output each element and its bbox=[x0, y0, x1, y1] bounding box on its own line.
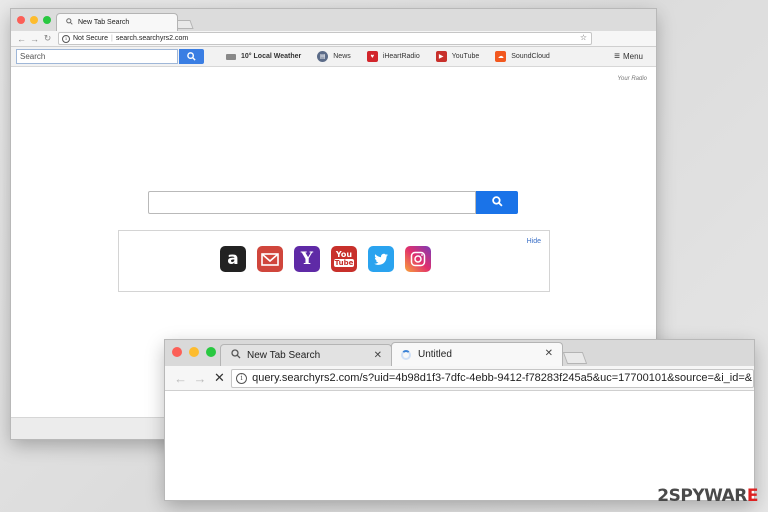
stop-loading-icon[interactable]: ✕ bbox=[210, 370, 229, 386]
info-icon[interactable]: i bbox=[62, 34, 70, 43]
amazon-icon[interactable]: a bbox=[220, 246, 246, 272]
yahoo-glyph: Y bbox=[300, 249, 314, 269]
amazon-glyph: a bbox=[227, 249, 239, 269]
weather-link[interactable]: 10° Local Weather bbox=[226, 53, 301, 60]
tab-new-tab-search[interactable]: New Tab Search bbox=[56, 13, 178, 31]
close-window-button[interactable] bbox=[17, 16, 25, 24]
back-arrow-icon[interactable]: ← bbox=[15, 34, 28, 44]
search-icon bbox=[231, 349, 241, 362]
youtube-link[interactable]: ▶ YouTube bbox=[435, 51, 480, 62]
url-text: search.searchyrs2.com bbox=[115, 35, 189, 42]
zoom-window-button[interactable] bbox=[206, 347, 216, 357]
extension-toolbar: Search 10° Local Weather ▤ News ♥ iHeart… bbox=[11, 47, 656, 67]
forward-arrow-icon[interactable]: → bbox=[190, 371, 209, 386]
quick-links-panel: Hide a Y You Tube bbox=[118, 230, 550, 292]
loading-spinner-icon bbox=[401, 349, 411, 360]
twitter-icon[interactable] bbox=[368, 246, 394, 272]
youtube-glyph: You bbox=[335, 250, 353, 259]
youtube-tube-badge: Tube bbox=[333, 259, 355, 267]
your-radio-label: Your Radio bbox=[617, 76, 647, 82]
news-label: News bbox=[333, 53, 351, 60]
tab-new-tab-search[interactable]: New Tab Search ✕ bbox=[220, 344, 392, 366]
bookmark-star-icon[interactable]: ☆ bbox=[580, 33, 587, 42]
toolbar-search-input[interactable]: Search bbox=[16, 49, 178, 64]
watermark-suffix: E bbox=[746, 486, 759, 506]
weather-label: 10° Local Weather bbox=[241, 53, 302, 60]
soundcloud-icon: ☁ bbox=[495, 51, 507, 62]
close-tab-icon[interactable]: ✕ bbox=[545, 348, 553, 359]
soundcloud-link[interactable]: ☁ SoundCloud bbox=[495, 51, 550, 62]
quick-links-row: a Y You Tube bbox=[220, 246, 442, 272]
menu-label: Menu bbox=[622, 52, 643, 61]
menu-button[interactable]: ≡ Menu bbox=[614, 51, 643, 62]
back-arrow-icon[interactable]: ← bbox=[171, 371, 190, 386]
iheartradio-icon: ♥ bbox=[366, 51, 378, 62]
close-tab-icon[interactable]: ✕ bbox=[374, 350, 382, 361]
window-controls bbox=[172, 347, 223, 357]
main-search-bar bbox=[148, 191, 518, 214]
url-text: query.searchyrs2.com/s?uid=4b98d1f3-7dfc… bbox=[252, 372, 753, 384]
bird-icon bbox=[374, 253, 388, 265]
not-secure-label: Not Secure bbox=[73, 35, 109, 42]
envelope-icon bbox=[261, 252, 279, 266]
tab-title: New Tab Search bbox=[78, 19, 130, 26]
info-icon[interactable]: i bbox=[236, 372, 248, 384]
tab-bar: New Tab Search ✕ Untitled ✕ bbox=[165, 340, 754, 366]
tab-title: Untitled bbox=[418, 349, 452, 360]
separator: | bbox=[111, 35, 113, 42]
close-window-button[interactable] bbox=[172, 347, 182, 357]
hide-link[interactable]: Hide bbox=[527, 238, 541, 245]
forward-arrow-icon[interactable]: → bbox=[28, 34, 41, 44]
youtube-site-icon[interactable]: You Tube bbox=[331, 246, 357, 272]
watermark-brand: SPYWAR bbox=[668, 486, 748, 506]
address-bar: ← → ↻ i Not Secure | search.searchyrs2.c… bbox=[11, 31, 656, 47]
youtube-label: YouTube bbox=[451, 53, 480, 60]
new-tab-button[interactable] bbox=[562, 352, 588, 364]
search-icon bbox=[187, 48, 196, 66]
news-link[interactable]: ▤ News bbox=[317, 51, 351, 62]
reload-icon[interactable]: ↻ bbox=[41, 33, 54, 44]
iheartradio-link[interactable]: ♥ iHeartRadio bbox=[366, 51, 420, 62]
minimize-window-button[interactable] bbox=[189, 347, 199, 357]
browser-window-overlay: New Tab Search ✕ Untitled ✕ ← → ✕ i quer… bbox=[165, 340, 754, 500]
main-search-input[interactable] bbox=[148, 191, 476, 214]
watermark-prefix: 2 bbox=[657, 486, 669, 506]
url-field[interactable]: i Not Secure | search.searchyrs2.com ☆ bbox=[58, 32, 592, 45]
mail-icon[interactable] bbox=[257, 246, 283, 272]
tab-title: New Tab Search bbox=[247, 350, 321, 361]
main-search-button[interactable] bbox=[476, 191, 518, 214]
yahoo-icon[interactable]: Y bbox=[294, 246, 320, 272]
news-icon: ▤ bbox=[317, 51, 329, 62]
watermark-logo: 2SPYWARE bbox=[657, 486, 758, 506]
soundcloud-label: SoundCloud bbox=[511, 53, 550, 60]
minimize-window-button[interactable] bbox=[30, 16, 38, 24]
zoom-window-button[interactable] bbox=[43, 16, 51, 24]
url-field[interactable]: i query.searchyrs2.com/s?uid=4b98d1f3-7d… bbox=[231, 368, 754, 388]
iheartradio-label: iHeartRadio bbox=[382, 53, 420, 60]
search-icon bbox=[66, 18, 73, 27]
window-controls bbox=[17, 16, 56, 24]
tab-bar: New Tab Search bbox=[11, 9, 656, 31]
search-icon bbox=[491, 194, 503, 212]
tab-untitled[interactable]: Untitled ✕ bbox=[391, 342, 563, 366]
instagram-icon[interactable] bbox=[405, 246, 431, 272]
camera-icon bbox=[410, 251, 426, 267]
hamburger-icon: ≡ bbox=[614, 51, 620, 62]
toolbar-search-button[interactable] bbox=[179, 49, 204, 64]
youtube-icon: ▶ bbox=[435, 51, 447, 62]
weather-icon bbox=[226, 53, 236, 60]
address-bar: ← → ✕ i query.searchyrs2.com/s?uid=4b98d… bbox=[165, 366, 754, 391]
